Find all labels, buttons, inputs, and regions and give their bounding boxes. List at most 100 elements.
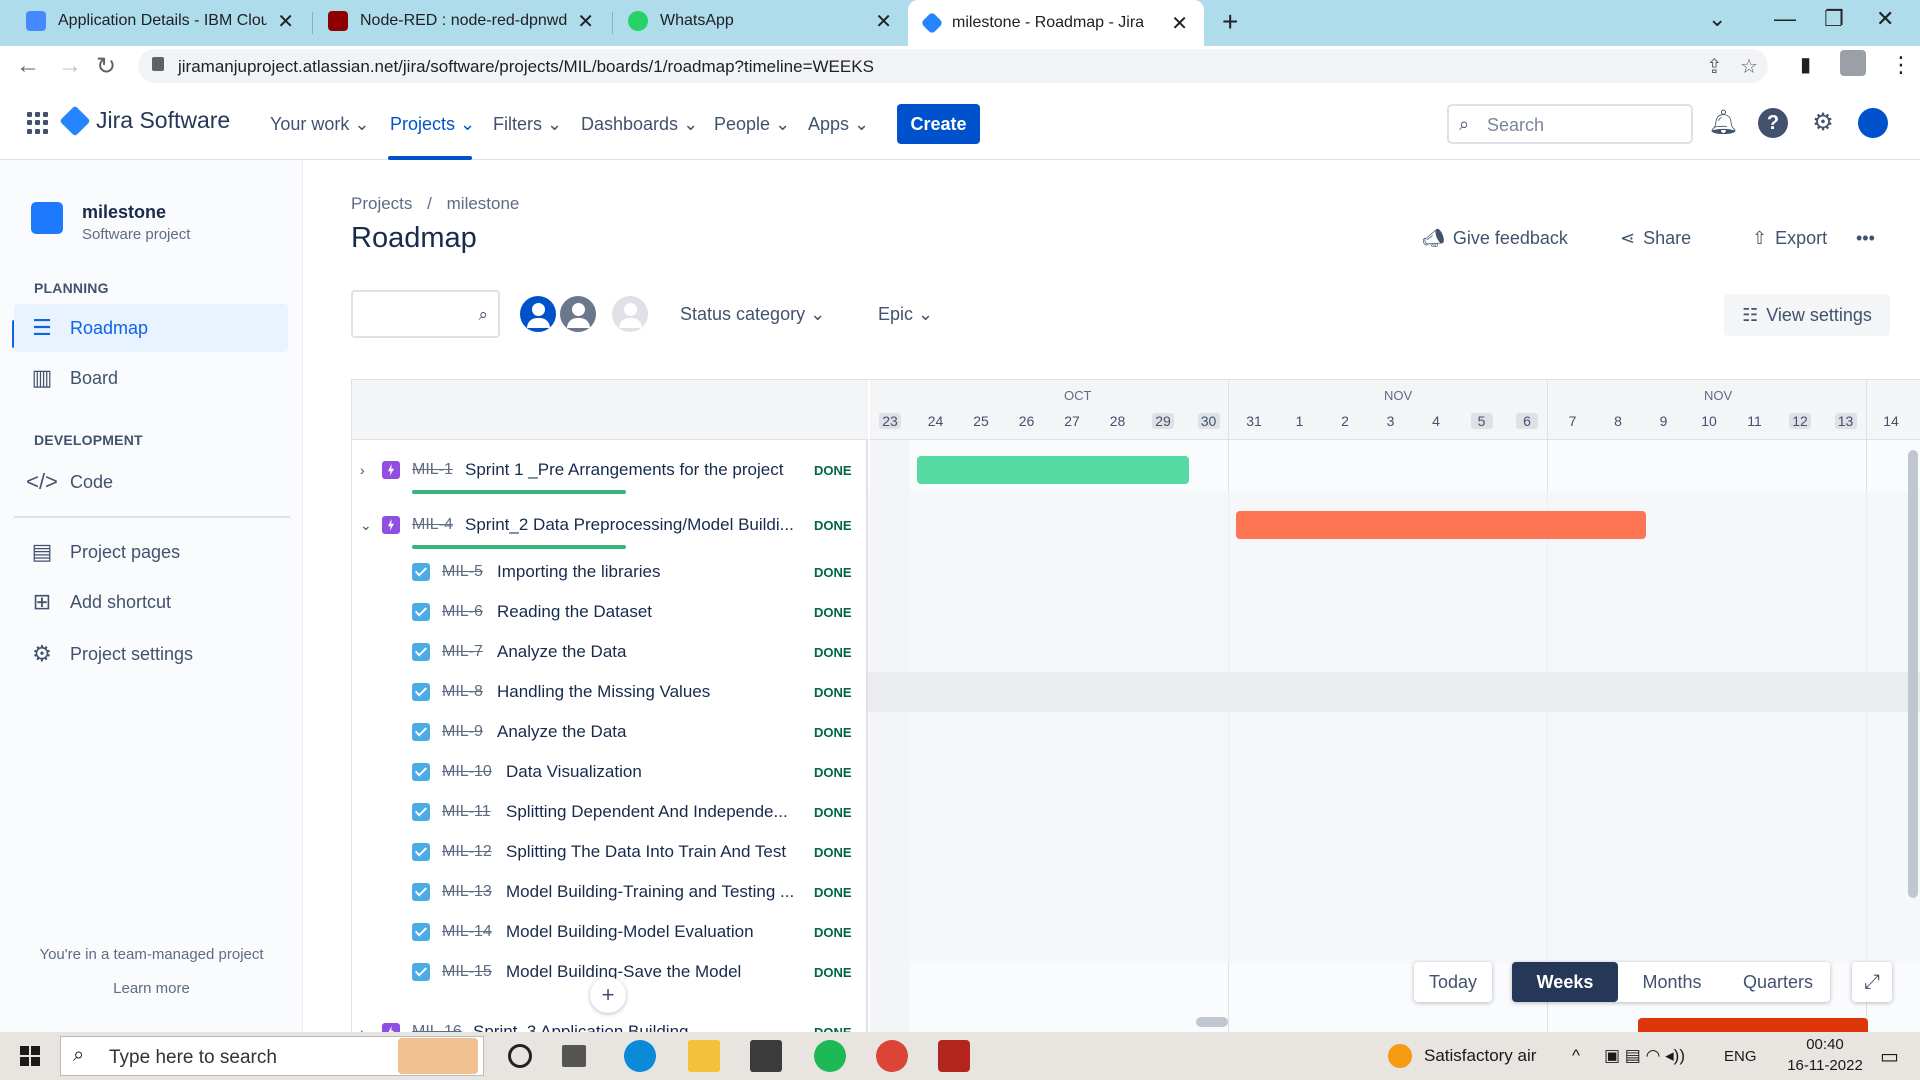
- vertical-scrollbar[interactable]: [1908, 450, 1918, 898]
- spotify-icon[interactable]: [814, 1040, 846, 1072]
- task-row[interactable]: MIL-14 Model Building-Model Evaluation DON…: [352, 912, 868, 952]
- jira-logo-icon[interactable]: [59, 105, 91, 137]
- issue-key[interactable]: MIL-1: [412, 461, 453, 479]
- task-view-icon[interactable]: [562, 1045, 586, 1067]
- settings-gear-icon[interactable]: ⚙: [1808, 108, 1838, 138]
- task-row[interactable]: MIL-6 Reading the Dataset DONE: [352, 592, 868, 632]
- weather-icon[interactable]: [1388, 1044, 1412, 1068]
- notifications-icon[interactable]: 🔔︎: [1708, 108, 1738, 138]
- reload-icon[interactable]: ↻: [96, 52, 116, 81]
- nav-apps[interactable]: Apps ⌄: [808, 114, 869, 135]
- close-tab-icon[interactable]: ✕: [875, 9, 892, 34]
- user-avatar[interactable]: [1858, 108, 1888, 138]
- url-text[interactable]: jiramanjuproject.atlassian.net/jira/soft…: [178, 57, 874, 77]
- language-indicator[interactable]: ENG: [1724, 1048, 1757, 1065]
- restore-icon[interactable]: ❐: [1824, 6, 1844, 32]
- epic-row[interactable]: › MIL-1 Sprint 1 _Pre Arrangements for the…: [352, 444, 868, 496]
- epic-row[interactable]: ⌄ MIL-4 Sprint_2 Data Preprocessing/Model …: [352, 499, 868, 551]
- more-actions-button[interactable]: •••: [1856, 228, 1875, 249]
- issue-summary[interactable]: Sprint_2 Data Preprocessing/Model Buildi…: [465, 515, 808, 535]
- issue-summary[interactable]: Splitting Dependent And Independe...: [506, 802, 808, 822]
- issue-key[interactable]: MIL-14: [442, 923, 492, 941]
- nav-dashboards[interactable]: Dashboards ⌄: [581, 114, 698, 135]
- bookmark-star-icon[interactable]: ☆: [1740, 54, 1758, 79]
- task-row[interactable]: MIL-9 Analyze the Data DONE: [352, 712, 868, 752]
- assignee-avatar-2[interactable]: [558, 294, 598, 334]
- clock-time[interactable]: 00:40: [1780, 1036, 1870, 1053]
- side-panel-icon[interactable]: ▮: [1800, 52, 1811, 77]
- browser-tab-node-red[interactable]: Node-RED : node-red-dpnwd-20 ✕: [312, 0, 610, 42]
- task-row[interactable]: MIL-10 Data Visualization DONE: [352, 752, 868, 792]
- project-name[interactable]: milestone: [82, 202, 166, 223]
- issue-summary[interactable]: Handling the Missing Values: [497, 682, 808, 702]
- forward-icon[interactable]: →: [58, 52, 82, 80]
- issue-key[interactable]: MIL-10: [442, 763, 492, 781]
- minimize-icon[interactable]: —: [1774, 6, 1796, 32]
- issue-key[interactable]: MIL-6: [442, 603, 483, 621]
- search-input[interactable]: ⌕ Search: [1447, 104, 1693, 144]
- issue-key[interactable]: MIL-16: [412, 1023, 462, 1032]
- issue-summary[interactable]: Importing the libraries: [497, 562, 808, 582]
- issue-summary[interactable]: Splitting The Data Into Train And Test: [506, 842, 808, 862]
- share-page-icon[interactable]: ⇪: [1706, 54, 1723, 79]
- issue-key[interactable]: MIL-12: [442, 843, 492, 861]
- task-row[interactable]: MIL-7 Analyze the Data DONE: [352, 632, 868, 672]
- help-icon[interactable]: ?: [1758, 108, 1788, 138]
- learn-more-link[interactable]: Learn more: [0, 980, 303, 997]
- issue-summary[interactable]: Sprint_3 Application Building: [473, 1022, 808, 1032]
- close-window-icon[interactable]: ✕: [1876, 6, 1894, 32]
- task-row[interactable]: MIL-13 Model Building-Training and Testin…: [352, 872, 868, 912]
- chevron-right-icon[interactable]: ›: [360, 1024, 365, 1032]
- issue-key[interactable]: MIL-15: [442, 963, 492, 981]
- roadmap-search-input[interactable]: ⌕: [351, 290, 500, 338]
- assignee-avatar-1[interactable]: [518, 294, 558, 334]
- sidebar-item-project-pages[interactable]: ▤ Project pages: [14, 528, 288, 576]
- give-feedback-button[interactable]: 📣︎ Give feedback: [1422, 228, 1568, 249]
- issue-key[interactable]: MIL-13: [442, 883, 492, 901]
- close-tab-icon[interactable]: ✕: [1171, 11, 1188, 36]
- issue-summary[interactable]: Analyze the Data: [497, 722, 808, 742]
- epic-timeline-bar[interactable]: [1638, 1018, 1868, 1032]
- app-icon[interactable]: [938, 1040, 970, 1072]
- issue-summary[interactable]: Analyze the Data: [497, 642, 808, 662]
- close-tab-icon[interactable]: ✕: [277, 9, 294, 34]
- notification-center-icon[interactable]: ▭: [1880, 1044, 1899, 1069]
- nav-projects[interactable]: Projects ⌄: [390, 114, 475, 135]
- issue-key[interactable]: MIL-5: [442, 563, 483, 581]
- address-bar[interactable]: jiramanjuproject.atlassian.net/jira/soft…: [138, 49, 1768, 83]
- task-row[interactable]: MIL-12 Splitting The Data Into Train And …: [352, 832, 868, 872]
- issue-summary[interactable]: Reading the Dataset: [497, 602, 808, 622]
- chrome-icon[interactable]: [876, 1040, 908, 1072]
- fullscreen-icon[interactable]: ⤢: [1852, 962, 1892, 1002]
- sidebar-item-roadmap[interactable]: ☰ Roadmap: [14, 304, 288, 352]
- today-button[interactable]: Today: [1414, 962, 1492, 1002]
- product-name[interactable]: Jira Software: [96, 107, 230, 134]
- task-row[interactable]: MIL-11 Splitting Dependent And Independe.…: [352, 792, 868, 832]
- issue-summary[interactable]: Model Building-Training and Testing ...: [506, 882, 808, 902]
- nav-your-work[interactable]: Your work ⌄: [270, 114, 369, 135]
- tray-chevron-icon[interactable]: ^: [1572, 1046, 1580, 1066]
- epic-timeline-bar[interactable]: [1236, 511, 1646, 539]
- issue-summary[interactable]: Model Building-Save the Model: [506, 962, 808, 982]
- epic-timeline-bar[interactable]: [917, 456, 1189, 484]
- chevron-down-icon[interactable]: ⌄: [360, 517, 372, 534]
- months-button[interactable]: Months: [1618, 962, 1726, 1002]
- chevron-right-icon[interactable]: ›: [360, 462, 365, 478]
- sidebar-item-add-shortcut[interactable]: ⊞ Add shortcut: [14, 578, 288, 626]
- create-button[interactable]: Create: [897, 104, 980, 144]
- issue-summary[interactable]: Data Visualization: [506, 762, 808, 782]
- export-button[interactable]: ⇧ Export: [1752, 228, 1827, 249]
- issue-summary[interactable]: Model Building-Model Evaluation: [506, 922, 808, 942]
- mail-icon[interactable]: [750, 1040, 782, 1072]
- sidebar-item-project-settings[interactable]: ⚙ Project settings: [14, 630, 288, 678]
- issue-key[interactable]: MIL-8: [442, 683, 483, 701]
- issue-key[interactable]: MIL-11: [442, 803, 491, 821]
- epic-row[interactable]: › MIL-16 Sprint_3 Application Building DONE: [352, 1012, 868, 1032]
- timeline-scroll-handle[interactable]: [1196, 1017, 1228, 1027]
- nav-filters[interactable]: Filters ⌄: [493, 114, 562, 135]
- app-switcher-icon[interactable]: [27, 112, 49, 134]
- tab-search-icon[interactable]: ⌄: [1708, 6, 1726, 32]
- browser-tab-jira[interactable]: milestone - Roadmap - Jira ✕: [908, 0, 1204, 46]
- edge-icon[interactable]: [624, 1040, 656, 1072]
- share-button[interactable]: ⋖ Share: [1620, 228, 1691, 249]
